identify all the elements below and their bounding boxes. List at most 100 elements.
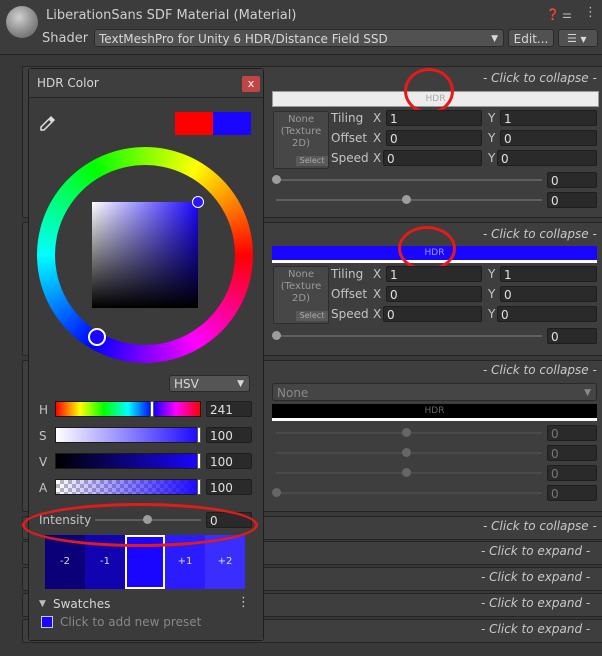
- underlay-slider-3-value[interactable]: 0: [547, 465, 597, 481]
- face-slider-1-value[interactable]: 0: [547, 172, 597, 188]
- face-slider-2-handle[interactable]: [402, 195, 411, 204]
- section-expand-toggle-2[interactable]: - Click to expand -: [481, 570, 590, 584]
- inspector-header: LiberationSans SDF Material (Material) ❓…: [0, 0, 602, 55]
- sv-picker-handle[interactable]: [192, 196, 204, 208]
- hue-value-field[interactable]: 241: [206, 401, 252, 417]
- hue-slider-handle[interactable]: [150, 401, 154, 417]
- shader-menu-button[interactable]: ☰ ▼: [558, 29, 598, 47]
- underlay-type-dropdown[interactable]: None ▼: [272, 383, 597, 401]
- channel-a-label: A: [39, 481, 48, 495]
- close-button[interactable]: x: [242, 76, 260, 92]
- outline-slider-handle[interactable]: [272, 331, 281, 340]
- exposure-stop-plus-2[interactable]: +2: [205, 535, 245, 589]
- outline-slider-track[interactable]: [276, 335, 542, 337]
- texture-select-button[interactable]: Select: [296, 156, 328, 166]
- x-label: X: [373, 151, 382, 165]
- help-icon[interactable]: ❓: [546, 8, 560, 21]
- more-icon[interactable]: ⋮: [584, 5, 597, 20]
- outline-slider-value[interactable]: 0: [547, 328, 597, 344]
- outline-speed-x[interactable]: 0: [383, 306, 482, 322]
- outline-texture-slot[interactable]: None (Texture 2D) Select: [273, 266, 329, 324]
- offset-label: Offset: [331, 131, 368, 145]
- x-label: X: [373, 287, 382, 301]
- color-mode-dropdown[interactable]: HSV ▼: [169, 375, 250, 392]
- x-label: X: [373, 111, 382, 125]
- material-title: LiberationSans SDF Material (Material): [46, 8, 297, 23]
- alpha-slider[interactable]: [55, 479, 201, 495]
- section-collapse-toggle[interactable]: - Click to collapse -: [483, 519, 597, 533]
- x-label: X: [373, 131, 382, 145]
- x-label: X: [373, 267, 382, 281]
- shader-dropdown[interactable]: TextMeshPro for Unity 6 HDR/Distance Fie…: [94, 29, 504, 47]
- preset-swatch[interactable]: [41, 616, 53, 628]
- hue-picker-handle[interactable]: [88, 328, 106, 346]
- section-expand-toggle-1[interactable]: - Click to expand -: [481, 544, 590, 558]
- underlay-slider-2-value[interactable]: 0: [547, 445, 597, 461]
- y-label: Y: [488, 151, 496, 165]
- saturation-slider[interactable]: [55, 427, 201, 443]
- saturation-value-square[interactable]: [92, 202, 198, 308]
- face-slider-2-value[interactable]: 0: [547, 192, 597, 208]
- face-slider-1-handle[interactable]: [272, 175, 281, 184]
- face-texture-slot[interactable]: None (Texture 2D) Select: [273, 111, 329, 169]
- value-slider-handle[interactable]: [197, 453, 201, 469]
- speed-label: Speed: [331, 307, 369, 321]
- face-speed-y[interactable]: 0: [497, 150, 597, 166]
- chevron-down-icon: ▼: [491, 34, 498, 44]
- value-value-field[interactable]: 100: [206, 453, 252, 469]
- previous-color-swatch[interactable]: [175, 112, 213, 135]
- y-label: Y: [488, 307, 496, 321]
- x-label: X: [373, 307, 382, 321]
- shader-dropdown-value: TextMeshPro for Unity 6 HDR/Distance Fie…: [99, 32, 388, 46]
- underlay-collapse-toggle[interactable]: - Click to collapse -: [483, 363, 597, 377]
- outline-tiling-x[interactable]: 1: [386, 266, 482, 282]
- outline-offset-x[interactable]: 0: [386, 286, 482, 302]
- face-tiling-y[interactable]: 1: [500, 110, 597, 126]
- outline-speed-y[interactable]: 0: [497, 306, 597, 322]
- face-slider-1-track[interactable]: [276, 179, 542, 181]
- face-tiling-x[interactable]: 1: [386, 110, 482, 126]
- underlay-slider-4-value[interactable]: 0: [547, 485, 597, 501]
- more-icon[interactable]: ⋮: [237, 595, 250, 610]
- face-collapse-toggle[interactable]: - Click to collapse -: [483, 71, 597, 85]
- texture-select-button[interactable]: Select: [296, 311, 328, 321]
- alpha-value-field[interactable]: 100: [206, 479, 252, 495]
- annotation-circle: [398, 226, 456, 271]
- section-expand-toggle-3[interactable]: - Click to expand -: [481, 596, 590, 610]
- outline-tiling-y[interactable]: 1: [500, 266, 597, 282]
- saturation-value-field[interactable]: 100: [206, 427, 252, 443]
- saturation-slider-handle[interactable]: [197, 427, 201, 443]
- texture-none-label: None (Texture 2D): [280, 114, 322, 149]
- outline-offset-y[interactable]: 0: [500, 286, 597, 302]
- foldout-arrow-icon[interactable]: ▼: [39, 599, 46, 609]
- underlay-color-field[interactable]: HDR: [272, 404, 597, 421]
- underlay-slider-4-handle[interactable]: [272, 488, 281, 497]
- face-speed-x[interactable]: 0: [383, 150, 482, 166]
- sliders-icon[interactable]: ⚌: [562, 8, 572, 21]
- picker-titlebar[interactable]: HDR Color x: [29, 69, 263, 98]
- underlay-slider-1-handle[interactable]: [402, 428, 411, 437]
- swatches-label[interactable]: Swatches: [53, 597, 110, 611]
- speed-label: Speed: [331, 151, 369, 165]
- face-offset-x[interactable]: 0: [386, 130, 482, 146]
- chevron-down-icon: ▼: [584, 388, 591, 398]
- value-slider[interactable]: [55, 453, 201, 469]
- underlay-slider-4-track[interactable]: [276, 492, 542, 494]
- alpha-slider-handle[interactable]: [197, 479, 201, 495]
- edit-shader-button[interactable]: Edit...: [508, 29, 554, 47]
- add-preset-hint[interactable]: Click to add new preset: [60, 615, 201, 629]
- y-label: Y: [488, 111, 496, 125]
- underlay-slider-1-value[interactable]: 0: [547, 425, 597, 441]
- underlay-type-value: None: [277, 386, 309, 400]
- face-offset-y[interactable]: 0: [500, 130, 597, 146]
- section-expand-toggle-4[interactable]: - Click to expand -: [481, 622, 590, 636]
- hue-slider[interactable]: [55, 401, 201, 417]
- chevron-down-icon: ▼: [237, 379, 244, 389]
- underlay-slider-2-handle[interactable]: [402, 448, 411, 457]
- eyedropper-icon[interactable]: [39, 114, 57, 132]
- material-preview-icon: [6, 6, 38, 38]
- hdr-label: HDR: [424, 406, 445, 416]
- outline-collapse-toggle[interactable]: - Click to collapse -: [483, 227, 597, 241]
- y-label: Y: [488, 267, 496, 281]
- underlay-slider-3-handle[interactable]: [402, 468, 411, 477]
